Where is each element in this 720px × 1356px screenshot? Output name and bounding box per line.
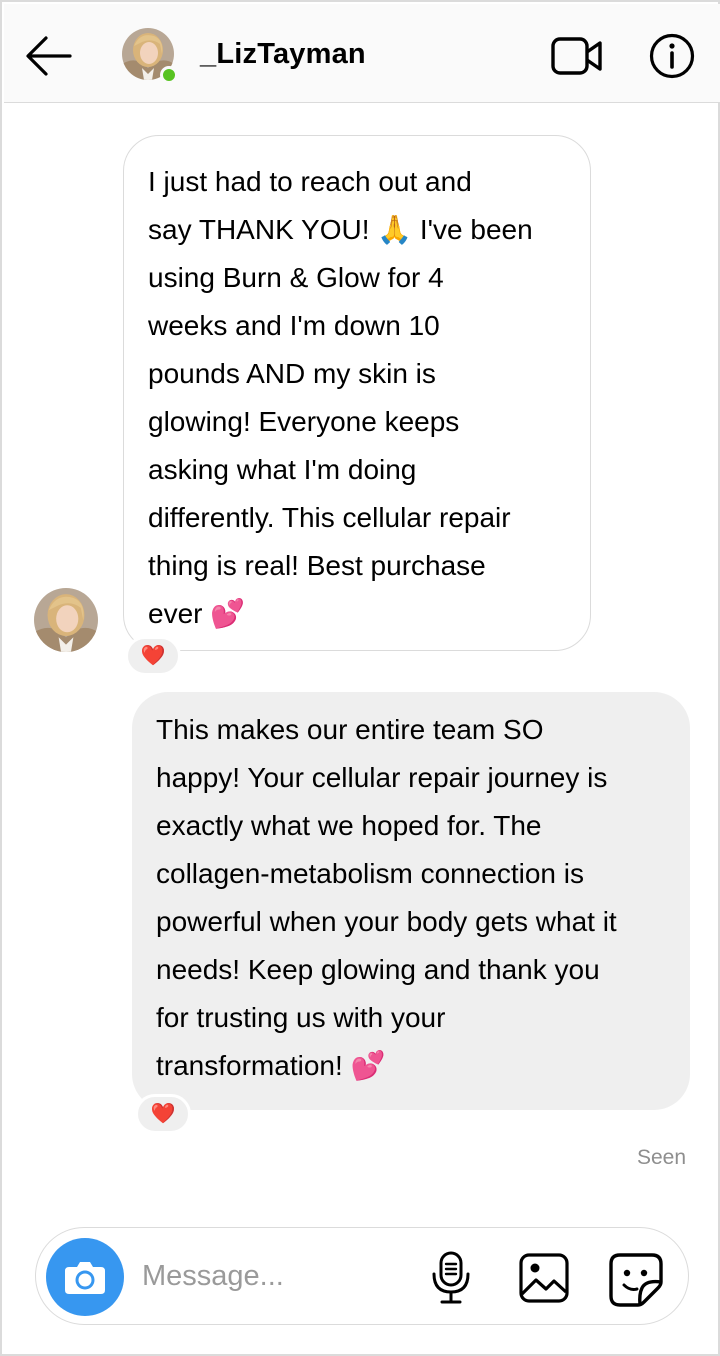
microphone-icon [432, 1251, 470, 1304]
arrow-left-icon [26, 36, 72, 76]
message-input[interactable] [142, 1252, 402, 1300]
profile-avatar[interactable] [122, 28, 178, 84]
chat-username[interactable]: _LizTayman [200, 38, 366, 71]
sticker-icon [609, 1253, 663, 1307]
sender-avatar[interactable] [34, 588, 98, 652]
camera-icon [65, 1262, 105, 1294]
seen-status: Seen [636, 1146, 686, 1169]
video-call-button[interactable] [550, 32, 604, 80]
message-text: This makes our entire team SO happy! You… [156, 714, 617, 1081]
heart-icon: ❤️ [140, 645, 166, 667]
avatar-image [34, 588, 98, 652]
outgoing-message-bubble[interactable]: This makes our entire team SO happy! You… [132, 692, 690, 1110]
image-icon [519, 1253, 569, 1303]
video-camera-icon [551, 37, 602, 75]
message-text: I just had to reach out and say THANK YO… [148, 166, 533, 629]
heart-icon: ❤️ [150, 1103, 176, 1125]
chat-header: _LizTayman [4, 4, 720, 103]
voice-message-button[interactable] [430, 1250, 472, 1306]
sticker-button[interactable] [608, 1252, 664, 1308]
heart-reaction[interactable]: ❤️ [125, 636, 181, 676]
message-composer [35, 1227, 689, 1325]
app-frame: _LizTayman I just had to reach out and s… [0, 0, 720, 1356]
camera-button[interactable] [46, 1238, 124, 1316]
online-status-dot [160, 66, 178, 84]
back-button[interactable] [22, 30, 74, 82]
incoming-message-bubble[interactable]: I just had to reach out and say THANK YO… [123, 135, 591, 651]
gallery-button[interactable] [518, 1252, 570, 1304]
heart-reaction[interactable]: ❤️ [135, 1094, 191, 1134]
info-icon [649, 33, 695, 79]
info-button[interactable] [648, 32, 696, 80]
